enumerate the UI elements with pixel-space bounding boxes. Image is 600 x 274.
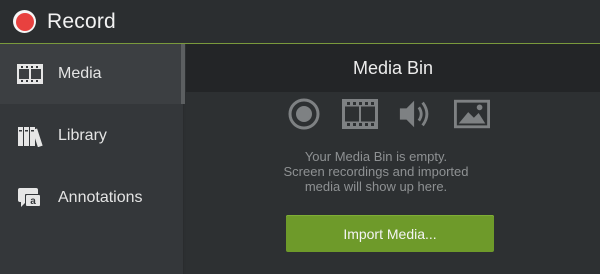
film-strip-icon (16, 62, 44, 86)
page-title: Media Bin (352, 57, 434, 78)
sidebar-item-library[interactable]: Library (0, 106, 181, 166)
image-icon (454, 96, 490, 132)
sidebar-item-label: Library (58, 127, 107, 144)
empty-state-line: Screen recordings and imported (283, 164, 469, 179)
import-media-button[interactable]: Import Media... (286, 215, 494, 252)
books-icon (16, 124, 44, 148)
top-bar: Record (0, 0, 600, 44)
empty-state-message: Your Media Bin is empty. Screen recordin… (186, 149, 566, 194)
sidebar: Media Library a Annotations (0, 44, 184, 274)
sidebar-item-media[interactable]: Media (0, 44, 181, 104)
sidebar-scrollbar[interactable] (181, 44, 185, 104)
record-icon (13, 10, 36, 33)
panel-header: Media Bin (186, 44, 600, 92)
media-bin-panel: Media Bin Your Media Bin is empty. Scree… (186, 44, 600, 274)
record-label: Record (47, 9, 116, 33)
sidebar-item-label: Media (58, 65, 102, 82)
empty-state-line: media will show up here. (304, 179, 448, 194)
record-icon (286, 96, 322, 132)
app-window: Record Media Library a Annotations Media… (0, 0, 600, 274)
media-type-icons (286, 96, 510, 132)
sidebar-item-annotations[interactable]: a Annotations (0, 168, 181, 228)
record-button[interactable]: Record (13, 10, 116, 34)
svg-text:a: a (30, 196, 36, 207)
annotation-icon: a (16, 186, 44, 210)
empty-state-line: Your Media Bin is empty. (304, 149, 448, 164)
sidebar-item-label: Annotations (58, 189, 143, 206)
audio-icon (398, 96, 434, 132)
video-icon (342, 96, 378, 132)
